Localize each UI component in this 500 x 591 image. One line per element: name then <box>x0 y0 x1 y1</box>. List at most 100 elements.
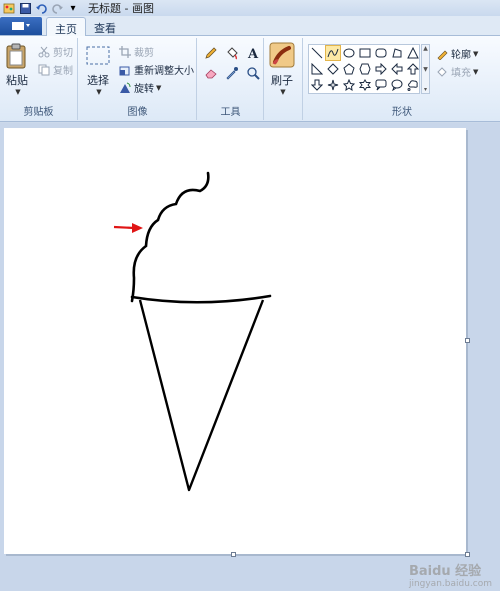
shapes-group-label: 形状 <box>392 107 412 118</box>
expand-gallery-icon[interactable]: ▾ <box>424 86 427 93</box>
rotate-dropdown-icon[interactable]: ▼ <box>156 84 161 92</box>
paste-label: 粘贴 <box>6 74 28 87</box>
work-area: Baidu 经验 jingyan.baidu.com <box>0 123 500 591</box>
tools-group: A 工具 <box>198 38 264 120</box>
scissors-icon <box>38 46 50 58</box>
customize-toolbar-icon[interactable]: ▾ <box>66 2 80 14</box>
undo-icon[interactable] <box>34 2 48 14</box>
oval-shape[interactable] <box>341 45 357 61</box>
select-dropdown-icon[interactable]: ▼ <box>96 88 101 96</box>
down-arrow-shape[interactable] <box>309 77 325 93</box>
brushes-button[interactable]: 刷子 ▼ <box>269 42 295 96</box>
pencil-icon <box>205 46 217 59</box>
color-picker-tool[interactable] <box>223 64 241 81</box>
drawing-canvas[interactable] <box>4 128 466 554</box>
rotate-icon <box>119 82 131 94</box>
pencil-tool[interactable] <box>202 44 220 61</box>
curve-shape[interactable] <box>325 45 341 61</box>
five-point-star-shape[interactable] <box>341 77 357 93</box>
diamond-shape[interactable] <box>325 61 341 77</box>
right-triangle-shape[interactable] <box>309 61 325 77</box>
outline-dropdown-icon[interactable]: ▼ <box>473 50 478 58</box>
resize-button[interactable]: 重新调整大小 <box>119 62 194 77</box>
hexagon-shape[interactable] <box>357 61 373 77</box>
text-tool[interactable]: A <box>244 44 262 61</box>
brushes-label: 刷子 <box>271 74 293 87</box>
copy-label: 复制 <box>53 66 73 77</box>
brushes-group: 刷子 ▼ <box>265 38 303 120</box>
crop-button[interactable]: 裁剪 <box>119 44 154 59</box>
rotate-label: 旋转 <box>134 84 154 95</box>
copy-icon <box>38 64 50 76</box>
text-icon: A <box>247 47 259 60</box>
fill-tool[interactable] <box>223 44 241 61</box>
red-arrow <box>113 223 143 233</box>
rounded-rectangle-shape[interactable] <box>373 45 389 61</box>
paste-dropdown-icon[interactable]: ▼ <box>15 88 20 96</box>
rounded-callout-shape[interactable] <box>373 77 389 93</box>
tab-home[interactable]: 主页 <box>46 17 86 37</box>
ribbon: 粘贴 ▼ 剪切 复制 剪贴板 选择 ▼ 裁剪 重新调整大小 旋转 ▼ 图像 A … <box>0 36 500 122</box>
resize-handle-right[interactable] <box>465 338 470 343</box>
shapes-gallery <box>308 44 420 94</box>
watermark: Baidu 经验 jingyan.baidu.com <box>409 560 492 589</box>
eyedropper-icon <box>226 66 238 80</box>
clipboard-group-label: 剪贴板 <box>23 107 54 118</box>
svg-text:A: A <box>247 47 259 60</box>
shapes-scrollbar[interactable]: ▲ ▼ ▾ <box>421 44 430 94</box>
scroll-up-icon[interactable]: ▲ <box>423 45 428 52</box>
right-arrow-shape[interactable] <box>373 61 389 77</box>
ribbon-tab-row: 主页 查看 <box>0 16 500 37</box>
fill-dropdown-icon[interactable]: ▼ <box>473 68 478 76</box>
select-label: 选择 <box>87 74 109 87</box>
magnifier-icon <box>247 66 260 80</box>
paste-button[interactable]: 粘贴 ▼ <box>4 42 30 96</box>
resize-icon <box>119 64 131 76</box>
tools-grid: A <box>202 44 260 81</box>
title-bar: ▾ 无标题 - 画图 <box>0 0 500 16</box>
eraser-icon <box>205 68 217 78</box>
image-group-label: 图像 <box>127 107 148 118</box>
left-arrow-shape[interactable] <box>389 61 405 77</box>
select-button[interactable]: 选择 ▼ <box>85 42 111 96</box>
brush-icon <box>269 42 295 68</box>
cut-button[interactable]: 剪切 <box>38 44 73 59</box>
select-icon <box>86 46 110 65</box>
polygon-shape[interactable] <box>389 45 405 61</box>
fill-label: 填充 <box>451 68 471 79</box>
six-point-star-shape[interactable] <box>357 77 373 93</box>
ice-cream-drawing <box>113 171 272 492</box>
outline-button[interactable]: 轮廓 ▼ <box>436 46 478 61</box>
crop-icon <box>119 45 131 58</box>
paste-icon <box>6 43 26 69</box>
fill-button[interactable]: 填充 ▼ <box>436 64 478 79</box>
resize-handle-bottom[interactable] <box>231 552 236 557</box>
image-group: 选择 ▼ 裁剪 重新调整大小 旋转 ▼ 图像 <box>79 38 197 120</box>
paint-app-icon[interactable] <box>2 2 16 14</box>
cloud-callout-shape[interactable] <box>405 77 421 93</box>
triangle-shape[interactable] <box>405 45 421 61</box>
outline-label: 轮廓 <box>451 50 471 61</box>
save-icon[interactable] <box>18 2 32 14</box>
eraser-tool[interactable] <box>202 64 220 81</box>
pentagon-shape[interactable] <box>341 61 357 77</box>
resize-label: 重新调整大小 <box>134 66 194 77</box>
tab-view[interactable]: 查看 <box>86 17 124 37</box>
magnifier-tool[interactable] <box>244 64 262 81</box>
watermark-text: Baidu 经验 <box>408 564 482 579</box>
window-title: 无标题 - 画图 <box>88 2 154 15</box>
paint-menu-button[interactable] <box>0 17 42 35</box>
redo-icon[interactable] <box>50 2 64 14</box>
line-shape[interactable] <box>309 45 325 61</box>
oval-callout-shape[interactable] <box>389 77 405 93</box>
brushes-dropdown-icon[interactable]: ▼ <box>280 88 285 96</box>
copy-button[interactable]: 复制 <box>38 62 73 77</box>
outline-icon <box>436 48 448 60</box>
shapes-group: ▲ ▼ ▾ 轮廓 ▼ 填充 ▼ 形状 <box>304 38 500 120</box>
rotate-button[interactable]: 旋转 ▼ <box>119 80 161 95</box>
up-arrow-shape[interactable] <box>405 61 421 77</box>
scroll-down-icon[interactable]: ▼ <box>423 66 428 73</box>
resize-handle-corner[interactable] <box>465 552 470 557</box>
four-point-star-shape[interactable] <box>325 77 341 93</box>
rectangle-shape[interactable] <box>357 45 373 61</box>
